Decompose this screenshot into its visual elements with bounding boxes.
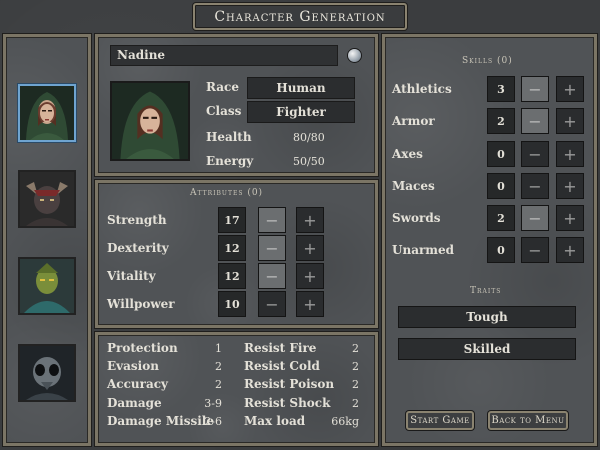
skill-decrease-button-maces[interactable]: −	[521, 173, 549, 199]
skill-value-axes: 0	[487, 141, 515, 167]
party-portrait-1[interactable]	[18, 84, 76, 142]
skill-decrease-button-swords[interactable]: −	[521, 205, 549, 231]
stat-value-resist-shock: 2	[352, 397, 359, 410]
race-label: Race	[206, 80, 239, 94]
skill-value-athletics: 3	[487, 76, 515, 102]
stat-value-resist-fire: 2	[352, 342, 359, 355]
attribute-decrease-button-willpower[interactable]: −	[258, 291, 286, 317]
horned-warrior-portrait-image	[20, 172, 74, 226]
attribute-increase-button-willpower[interactable]: +	[296, 291, 324, 317]
selected-character-portrait	[110, 81, 190, 161]
energy-value: 50/50	[293, 155, 325, 168]
attribute-increase-button-vitality[interactable]: +	[296, 263, 324, 289]
character-name-field[interactable]: Nadine	[110, 45, 338, 66]
health-label: Health	[206, 130, 252, 144]
attribute-value-dexterity: 12	[218, 235, 246, 261]
skill-decrease-button-unarmed[interactable]: −	[521, 237, 549, 263]
stat-label-protection: Protection	[107, 341, 178, 355]
skill-decrease-button-athletics[interactable]: −	[521, 76, 549, 102]
party-portrait-2[interactable]	[18, 170, 76, 228]
randomize-name-icon[interactable]	[348, 49, 361, 62]
skill-increase-button-athletics[interactable]: +	[556, 76, 584, 102]
stat-value-protection: 1	[215, 342, 222, 355]
attribute-value-willpower: 10	[218, 291, 246, 317]
attribute-decrease-button-strength[interactable]: −	[258, 207, 286, 233]
race-selector[interactable]: Human	[247, 77, 355, 99]
stat-value-damage: 3-9	[204, 397, 222, 410]
attribute-label-vitality: Vitality	[107, 269, 156, 283]
attribute-label-dexterity: Dexterity	[107, 241, 169, 255]
skill-decrease-button-armor[interactable]: −	[521, 108, 549, 134]
stat-value-resist-poison: 2	[352, 378, 359, 391]
skill-value-armor: 2	[487, 108, 515, 134]
stat-label-max-load: Max load	[244, 414, 306, 428]
stat-value-resist-cold: 2	[352, 360, 359, 373]
skills-title: Skills (0)	[462, 56, 513, 66]
skill-value-unarmed: 0	[487, 237, 515, 263]
stat-label-accuracy: Accuracy	[107, 377, 169, 391]
stat-value-accuracy: 2	[215, 378, 222, 391]
character-generation-screen: Nadine Race Human Class Fighter Health 8…	[0, 0, 600, 450]
insectoid-portrait-image	[20, 346, 74, 400]
skill-decrease-button-axes[interactable]: −	[521, 141, 549, 167]
skill-increase-button-armor[interactable]: +	[556, 108, 584, 134]
hooded-woman-portrait-image	[20, 86, 74, 140]
attribute-label-willpower: Willpower	[107, 297, 175, 311]
stat-label-resist-poison: Resist Poison	[244, 377, 335, 391]
lizardman-portrait-image	[20, 259, 74, 313]
attributes-title: Attributes (0)	[190, 188, 264, 198]
skill-label-maces: Maces	[392, 179, 435, 193]
screen-title-plate: Character Generation	[193, 3, 407, 30]
stat-label-damage-missile: Damage Missile	[107, 414, 214, 428]
attribute-value-vitality: 12	[218, 263, 246, 289]
attribute-decrease-button-dexterity[interactable]: −	[258, 235, 286, 261]
skill-label-unarmed: Unarmed	[392, 243, 455, 257]
stat-label-evasion: Evasion	[107, 359, 159, 373]
party-portrait-4[interactable]	[18, 344, 76, 402]
attribute-value-strength: 17	[218, 207, 246, 233]
skill-increase-button-swords[interactable]: +	[556, 205, 584, 231]
party-portrait-3[interactable]	[18, 257, 76, 315]
trait-tough[interactable]: Tough	[398, 306, 576, 328]
skill-label-axes: Axes	[392, 147, 423, 161]
start-game-button[interactable]: Start Game	[406, 411, 474, 430]
stat-value-max-load: 66kg	[331, 415, 359, 428]
skill-value-maces: 0	[487, 173, 515, 199]
skill-increase-button-axes[interactable]: +	[556, 141, 584, 167]
attribute-label-strength: Strength	[107, 213, 167, 227]
attribute-increase-button-dexterity[interactable]: +	[296, 235, 324, 261]
stat-label-resist-shock: Resist Shock	[244, 396, 331, 410]
stat-label-resist-fire: Resist Fire	[244, 341, 317, 355]
class-selector[interactable]: Fighter	[247, 101, 355, 123]
skill-label-armor: Armor	[392, 114, 435, 128]
attribute-increase-button-strength[interactable]: +	[296, 207, 324, 233]
stat-value-evasion: 2	[215, 360, 222, 373]
back-to-menu-button[interactable]: Back to Menu	[488, 411, 568, 430]
health-value: 80/80	[293, 131, 325, 144]
screen-title: Character Generation	[214, 8, 386, 25]
stat-value-damage-missile: 2-6	[204, 415, 222, 428]
skill-value-swords: 2	[487, 205, 515, 231]
skill-label-athletics: Athletics	[392, 82, 452, 96]
traits-title: Traits	[470, 286, 502, 296]
stat-label-resist-cold: Resist Cold	[244, 359, 320, 373]
class-label: Class	[206, 104, 242, 118]
energy-label: Energy	[206, 154, 254, 168]
skill-label-swords: Swords	[392, 211, 441, 225]
trait-skilled[interactable]: Skilled	[398, 338, 576, 360]
skill-increase-button-unarmed[interactable]: +	[556, 237, 584, 263]
hooded-woman-large-portrait-image	[112, 83, 188, 159]
attribute-decrease-button-vitality[interactable]: −	[258, 263, 286, 289]
skill-increase-button-maces[interactable]: +	[556, 173, 584, 199]
stat-label-damage: Damage	[107, 396, 162, 410]
